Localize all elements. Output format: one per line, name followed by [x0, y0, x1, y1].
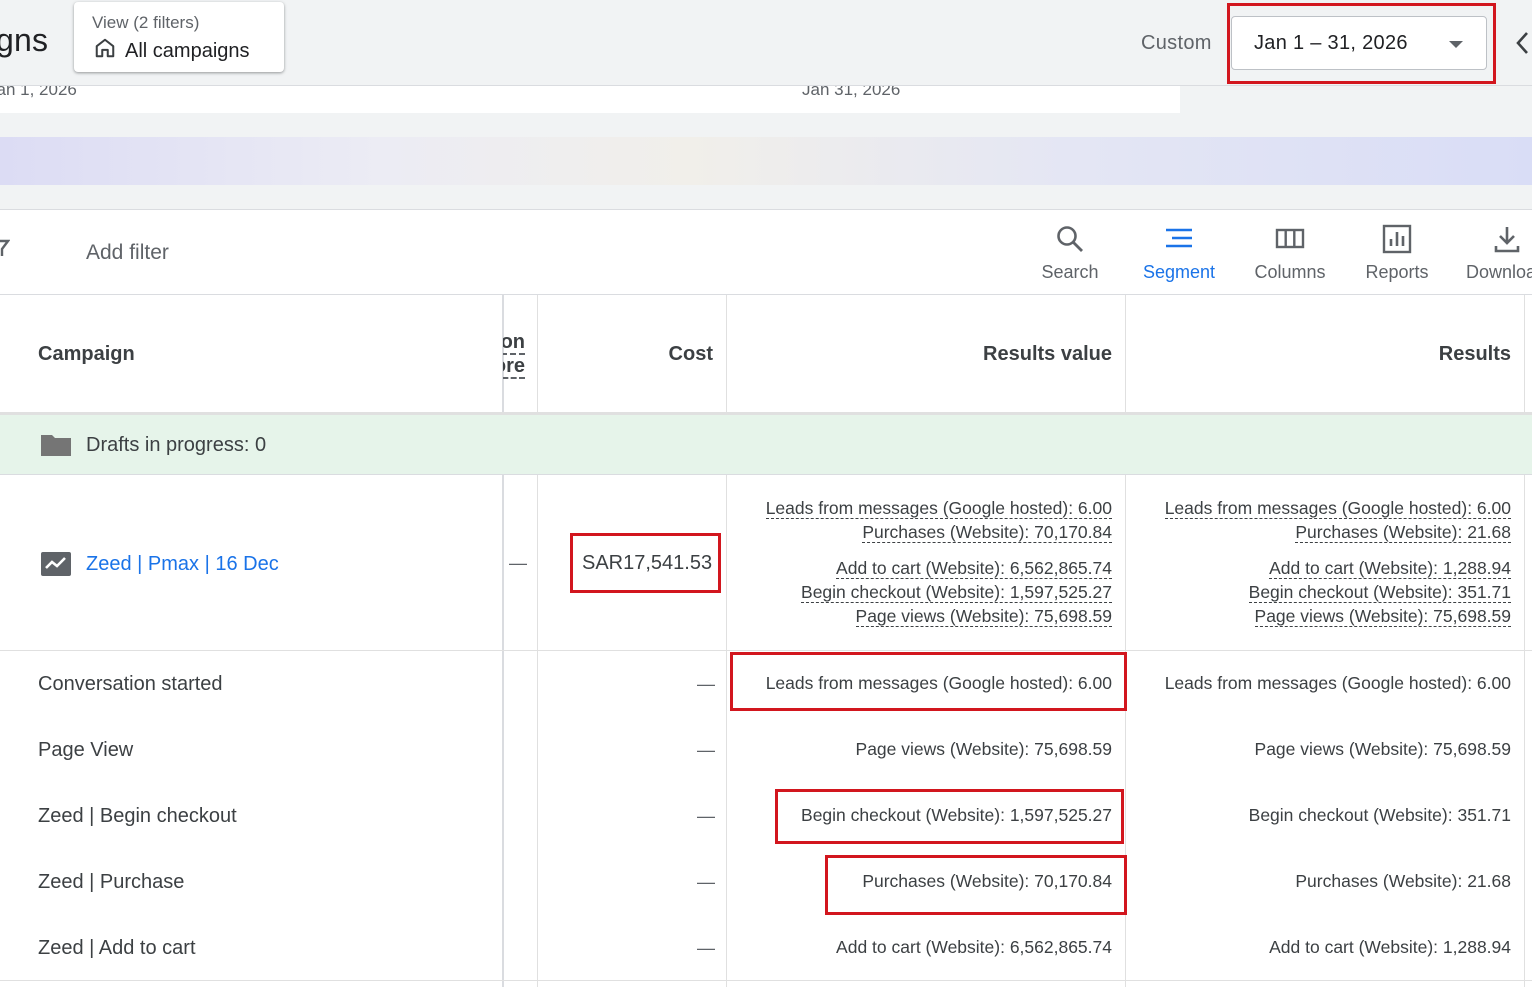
column-divider — [502, 295, 504, 987]
segment-row-results-value: Purchases (Website): 70,170.84 — [862, 871, 1112, 891]
segment-row-results-value: Add to cart (Website): 6,562,865.74 — [836, 937, 1112, 957]
segment-row-cost: — — [697, 938, 715, 958]
view-title: All campaigns — [125, 39, 250, 62]
results-value-item[interactable]: Purchases (Website): 70,170.84 — [862, 522, 1112, 543]
chart-start-date: Jan 1, 2026 — [0, 86, 77, 99]
results-value-item[interactable]: Leads from messages (Google hosted): 6.0… — [765, 498, 1112, 519]
header-clipped-line1: on — [503, 331, 525, 355]
segment-row-results-value: Leads from messages (Google hosted): 6.0… — [765, 673, 1112, 693]
date-range-value: Jan 1 – 31, 2026 — [1254, 32, 1408, 54]
segment-icon — [1166, 228, 1192, 248]
gradient-banner — [0, 137, 1532, 185]
results-value-item[interactable]: Add to cart (Website): 6,562,865.74 — [836, 558, 1112, 579]
page-title: gns — [0, 22, 49, 58]
segment-row-label: Page View — [38, 739, 134, 761]
segment-row-label: Zeed | Add to cart — [38, 937, 196, 959]
performance-max-icon — [41, 552, 71, 576]
view-title-row: All campaigns — [94, 37, 250, 65]
add-filter-button[interactable]: Add filter — [86, 241, 169, 265]
segment-tool-button[interactable]: Segment — [1138, 224, 1220, 283]
strip-background — [1180, 86, 1532, 126]
filter-icon[interactable] — [0, 238, 10, 258]
header-clipped-column[interactable]: on ore — [503, 331, 537, 379]
header-cost[interactable]: Cost — [669, 343, 713, 366]
strip-gap — [0, 185, 1532, 209]
results-value-item[interactable]: Begin checkout (Website): 1,597,525.27 — [801, 582, 1112, 603]
segment-row-results-value: Begin checkout (Website): 1,597,525.27 — [801, 805, 1112, 825]
view-selector[interactable]: View (2 filters) All campaigns — [74, 2, 284, 72]
table-toolbar: Add filter Search Segment Columns Report… — [0, 209, 1532, 295]
segment-row-label: Zeed | Purchase — [38, 871, 185, 893]
search-tool-label: Search — [1041, 262, 1099, 282]
download-icon — [1494, 227, 1520, 253]
row-divider — [0, 980, 1532, 981]
segment-row-label: Conversation started — [38, 673, 223, 695]
top-bar: gns View (2 filters) All campaigns Custo… — [0, 0, 1532, 86]
segment-row-cost: — — [697, 806, 715, 826]
segment-row-label: Zeed | Begin checkout — [38, 805, 237, 827]
campaign-cost: SAR17,541.53 — [582, 552, 713, 574]
drafts-label: Drafts in progress: 0 — [86, 434, 267, 456]
columns-tool-button[interactable]: Columns — [1250, 224, 1330, 283]
segment-row-results: Begin checkout (Website): 351.71 — [1248, 805, 1511, 825]
home-icon — [94, 37, 116, 65]
results-item[interactable]: Page views (Website): 75,698.59 — [1254, 606, 1511, 627]
campaign-table: Campaign on ore Cost Results value Resul… — [0, 295, 1532, 987]
chevron-down-icon — [1449, 41, 1463, 48]
search-tool-button[interactable]: Search — [1034, 224, 1106, 283]
clipped-column-value: — — [509, 553, 527, 573]
view-filter-count: View (2 filters) — [92, 13, 200, 32]
campaign-results-list: Leads from messages (Google hosted): 6.0… — [1126, 295, 1511, 945]
chart-axis-strip: Jan 1, 2026 Jan 31, 2026 — [0, 86, 1180, 113]
chart-end-date: Jan 31, 2026 — [802, 86, 901, 99]
header-campaign[interactable]: Campaign — [38, 343, 135, 366]
column-divider — [1524, 295, 1525, 987]
segment-row-cost: — — [697, 674, 715, 694]
campaign-name-link[interactable]: Zeed | Pmax | 16 Dec — [86, 553, 279, 576]
results-item[interactable]: Begin checkout (Website): 351.71 — [1248, 582, 1511, 603]
segment-row-results: Leads from messages (Google hosted): 6.0… — [1164, 673, 1511, 693]
campaign-results-value-list: Leads from messages (Google hosted): 6.0… — [727, 295, 1112, 945]
segment-row-results-value: Page views (Website): 75,698.59 — [855, 739, 1112, 759]
columns-tool-label: Columns — [1254, 262, 1326, 282]
segment-row-results: Add to cart (Website): 1,288.94 — [1269, 937, 1511, 957]
folder-icon — [41, 435, 71, 456]
search-icon — [1057, 226, 1083, 252]
segment-tool-label: Segment — [1142, 262, 1216, 282]
segment-row-results: Page views (Website): 75,698.59 — [1254, 739, 1511, 759]
column-divider — [537, 295, 538, 987]
strip-gap — [0, 113, 1180, 137]
strip-gap — [1180, 126, 1532, 137]
segment-row-cost: — — [697, 872, 715, 892]
date-range-select[interactable]: Jan 1 – 31, 2026 — [1231, 16, 1487, 70]
chevron-left-icon[interactable] — [1512, 28, 1532, 58]
results-value-item[interactable]: Page views (Website): 75,698.59 — [855, 606, 1112, 627]
results-item[interactable]: Leads from messages (Google hosted): 6.0… — [1164, 498, 1511, 519]
date-range-type-label: Custom — [1141, 32, 1212, 54]
row-divider — [0, 650, 1532, 651]
columns-icon — [1275, 228, 1305, 249]
download-tool-button[interactable]: Download — [1466, 224, 1532, 283]
header-clipped-line2: ore — [503, 355, 525, 379]
reports-tool-label: Reports — [1365, 262, 1429, 282]
results-item[interactable]: Add to cart (Website): 1,288.94 — [1269, 558, 1511, 579]
segment-row-cost: — — [697, 740, 715, 760]
segment-row-results: Purchases (Website): 21.68 — [1295, 871, 1511, 891]
download-tool-label: Download — [1466, 262, 1532, 282]
reports-tool-button[interactable]: Reports — [1360, 224, 1434, 283]
results-item[interactable]: Purchases (Website): 21.68 — [1295, 522, 1511, 543]
reports-icon — [1382, 224, 1412, 254]
